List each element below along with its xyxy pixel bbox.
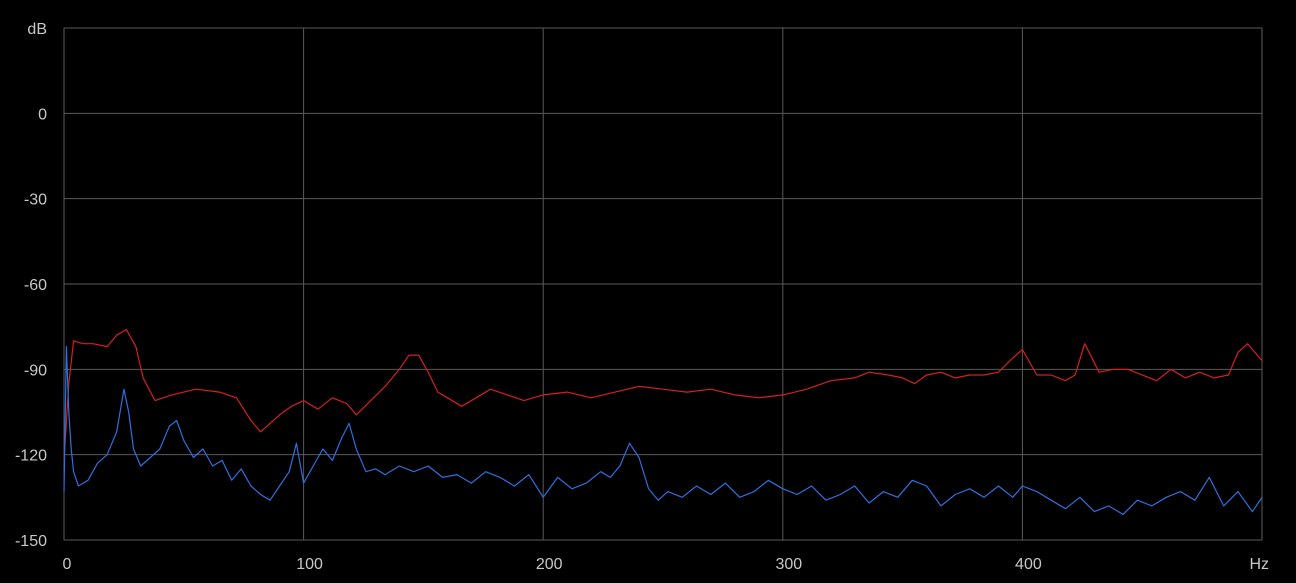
y-tick-label: -30 <box>24 192 47 209</box>
y-tick-label: -90 <box>24 362 47 379</box>
x-tick-label: 200 <box>536 556 563 573</box>
y-tick-label: -120 <box>15 448 47 465</box>
x-tick-label: 100 <box>296 556 323 573</box>
x-tick-label: 300 <box>775 556 802 573</box>
x-tick-label: 400 <box>1015 556 1042 573</box>
x-tick-label: 0 <box>63 556 72 573</box>
y-tick-label: -60 <box>24 277 47 294</box>
y-tick-label: -150 <box>15 533 47 550</box>
y-tick-label: 0 <box>38 106 47 123</box>
chart-background <box>0 0 1296 583</box>
spectrum-chart: 0 -30 -60 -90 -120 -150 0 100 200 300 400 dB Hz <box>0 0 1296 583</box>
x-axis-label: Hz <box>1249 556 1269 573</box>
y-axis-label: dB <box>27 21 47 38</box>
